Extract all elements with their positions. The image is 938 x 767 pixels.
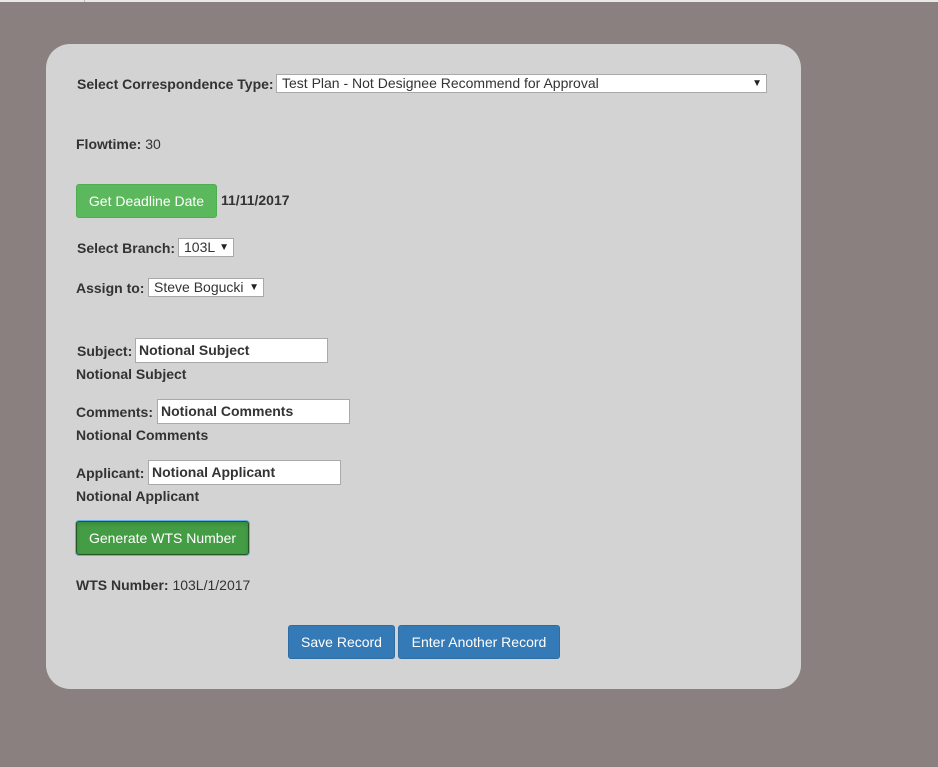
correspondence-type-value: Test Plan - Not Designee Recommend for A… [282, 75, 599, 91]
deadline-date: 11/11/2017 [221, 192, 290, 208]
form-panel: Select Correspondence Type: Test Plan - … [46, 44, 801, 689]
generate-wts-number-button[interactable]: Generate WTS Number [76, 521, 249, 555]
subject-input[interactable]: Notional Subject [135, 338, 328, 363]
comments-input[interactable]: Notional Comments [157, 399, 350, 424]
assign-to-label: Assign to: [76, 280, 145, 296]
branch-value: 103L [184, 239, 216, 255]
branch-select[interactable]: 103L ▼ [178, 238, 234, 257]
flowtime-label: Flowtime: [76, 136, 142, 152]
subject-label: Subject: [77, 343, 133, 359]
correspondence-type-select[interactable]: Test Plan - Not Designee Recommend for A… [276, 74, 767, 93]
wts-number-row: WTS Number: 103L/1/2017 [76, 577, 250, 593]
enter-another-record-button[interactable]: Enter Another Record [398, 625, 560, 659]
applicant-input[interactable]: Notional Applicant [148, 460, 341, 485]
flowtime-row: Flowtime: 30 [76, 136, 161, 152]
comments-label: Comments: [76, 404, 154, 420]
applicant-echo: Notional Applicant [76, 488, 200, 504]
top-strip-divider [84, 0, 85, 2]
correspondence-type-label: Select Correspondence Type: [77, 76, 274, 92]
flowtime-value: 30 [145, 136, 161, 152]
wts-number-value: 103L/1/2017 [172, 577, 251, 593]
assign-to-value: Steve Bogucki [154, 279, 244, 295]
get-deadline-date-button[interactable]: Get Deadline Date [76, 184, 217, 218]
chevron-down-icon: ▼ [249, 282, 259, 293]
subject-echo: Notional Subject [76, 366, 187, 382]
applicant-label: Applicant: [76, 465, 145, 481]
wts-number-label: WTS Number: [76, 577, 169, 593]
chevron-down-icon: ▼ [219, 242, 229, 253]
save-record-button[interactable]: Save Record [288, 625, 395, 659]
top-strip [0, 0, 938, 2]
assign-to-select[interactable]: Steve Bogucki ▼ [148, 278, 264, 297]
comments-echo: Notional Comments [76, 427, 209, 443]
chevron-down-icon: ▼ [752, 78, 762, 89]
branch-label: Select Branch: [77, 240, 176, 256]
